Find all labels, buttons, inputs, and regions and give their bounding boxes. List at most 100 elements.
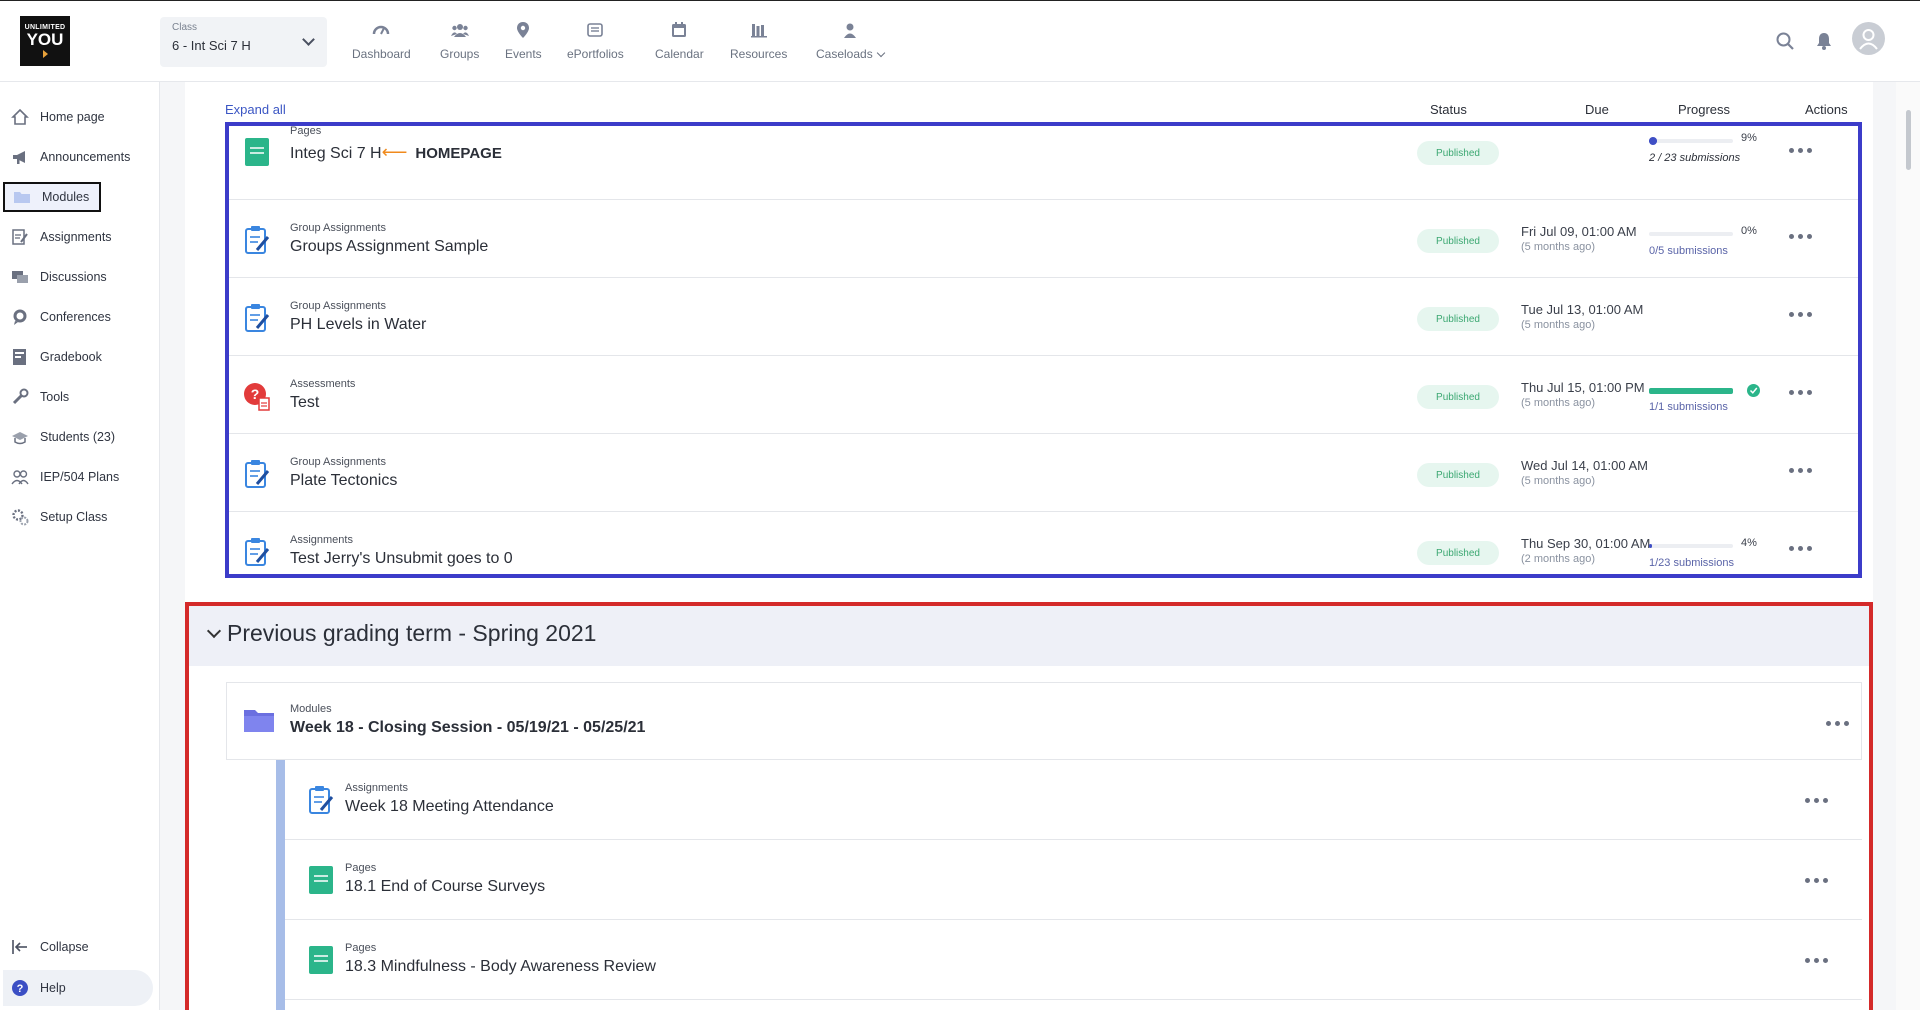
nav-caseloads[interactable]: Caseloads: [816, 21, 886, 61]
list-item[interactable]: Group Assignments Groups Assignment Samp…: [229, 200, 1858, 278]
nav-label: Calendar: [655, 47, 704, 61]
column-actions: Actions: [1805, 102, 1848, 117]
progress-dot: [1649, 137, 1657, 145]
submissions-count[interactable]: 2 / 23 submissions: [1649, 152, 1740, 164]
item-title[interactable]: Week 18 Meeting Attendance: [345, 798, 554, 816]
item-title[interactable]: PH Levels in Water: [290, 316, 426, 334]
sidebar: Home page Announcements Modules Assignme…: [0, 82, 160, 1010]
more-actions-icon[interactable]: [1789, 230, 1815, 242]
item-type: Assignments: [345, 782, 408, 794]
list-item[interactable]: ? Assessments Test Published Thu Jul 15,…: [229, 356, 1858, 434]
nav-dashboard[interactable]: Dashboard: [352, 21, 411, 61]
more-actions-icon[interactable]: [1826, 717, 1852, 729]
more-actions-icon[interactable]: [1805, 794, 1831, 806]
sidebar-item-label: Students (23): [40, 430, 116, 444]
nav-calendar[interactable]: Calendar: [655, 21, 704, 61]
due-date: Wed Jul 14, 01:00 AM (5 months ago): [1521, 458, 1648, 487]
item-type: Pages: [290, 125, 322, 137]
more-actions-icon[interactable]: [1805, 874, 1831, 886]
sidebar-item-label: Discussions: [40, 270, 107, 284]
submissions-count[interactable]: 0/5 submissions: [1649, 245, 1728, 257]
page-icon: [243, 136, 271, 168]
item-title[interactable]: Plate Tectonics: [290, 472, 397, 490]
sidebar-item-modules[interactable]: Modules: [3, 182, 101, 212]
sidebar-item-setup-class[interactable]: Setup Class: [10, 502, 150, 532]
sidebar-item-conferences[interactable]: Conferences: [10, 302, 150, 332]
calendar-icon: [670, 21, 688, 39]
sidebar-item-discussions[interactable]: Discussions: [10, 262, 150, 292]
logo[interactable]: UNLIMITED YOU: [20, 16, 70, 66]
sidebar-item-tools[interactable]: Tools: [10, 382, 150, 412]
item-title[interactable]: Groups Assignment Sample: [290, 238, 488, 256]
more-actions-icon[interactable]: [1805, 954, 1831, 966]
more-actions-icon[interactable]: [1789, 308, 1815, 320]
sidebar-item-label: Conferences: [40, 310, 111, 324]
list-item[interactable]: Pages 18.1 End of Course Surveys: [285, 840, 1862, 920]
item-title[interactable]: 18.1 End of Course Surveys: [345, 878, 545, 896]
list-item[interactable]: Group Assignments PH Levels in Water Pub…: [229, 278, 1858, 356]
due-date: Tue Jul 13, 01:00 AM (5 months ago): [1521, 302, 1643, 331]
status-badge: Published: [1417, 541, 1499, 565]
column-status: Status: [1430, 102, 1467, 117]
sidebar-item-iep[interactable]: IEP/504 Plans: [10, 462, 150, 492]
submissions-count[interactable]: 1/1 submissions: [1649, 401, 1728, 413]
assignment-icon: [243, 536, 271, 568]
class-selector-label: Class: [172, 22, 198, 33]
sidebar-item-students[interactable]: Students (23): [10, 422, 150, 452]
module-items-highlight: Pages Integ Sci 7 H⟵ HOMEPAGE Published 9…: [225, 122, 1862, 578]
nav-eportfolios[interactable]: ePortfolios: [567, 21, 624, 61]
list-item[interactable]: Group Assignments Plate Tectonics Publis…: [229, 434, 1858, 512]
item-title[interactable]: 18.3 Mindfulness - Body Awareness Review: [345, 958, 656, 976]
due-date-text: Fri Jul 09, 01:00 AM: [1521, 224, 1637, 239]
nav-caseloads-label: Caseloads: [816, 47, 873, 61]
module-items: Assignments Week 18 Meeting Attendance P…: [276, 760, 1862, 1010]
status-badge: Published: [1417, 141, 1499, 165]
list-item[interactable]: Pages 18.3 Mindfulness - Body Awareness …: [285, 920, 1862, 1000]
more-actions-icon[interactable]: [1789, 386, 1815, 398]
sidebar-item-label: Setup Class: [40, 510, 108, 524]
due-relative: (5 months ago): [1521, 475, 1595, 487]
item-title[interactable]: Test: [290, 394, 319, 412]
svg-text:?: ?: [251, 386, 260, 402]
nav-events[interactable]: Events: [505, 21, 542, 61]
more-actions-icon[interactable]: [1789, 542, 1815, 554]
item-type: Modules: [290, 703, 332, 715]
module-title: Week 18 - Closing Session - 05/19/21 - 0…: [290, 719, 646, 736]
submissions-count[interactable]: 1/23 submissions: [1649, 557, 1734, 569]
collapse-button[interactable]: Collapse: [10, 932, 150, 962]
bell-icon[interactable]: [1814, 31, 1834, 51]
help-button[interactable]: ? Help: [10, 973, 150, 1003]
previous-term-highlight: Previous grading term - Spring 2021 Modu…: [185, 602, 1873, 1010]
list-item[interactable]: Assignments Test Jerry's Unsubmit goes t…: [229, 512, 1858, 590]
expand-all-link[interactable]: Expand all: [225, 102, 286, 117]
gears-icon: [10, 508, 30, 526]
item-title-text[interactable]: Integ Sci 7 H: [290, 145, 382, 162]
search-icon[interactable]: [1775, 31, 1795, 51]
sidebar-item-announcements[interactable]: Announcements: [10, 142, 150, 172]
help-icon: ?: [10, 979, 30, 997]
module-card[interactable]: Modules Week 18 - Closing Session - 05/1…: [226, 682, 1862, 760]
nav-groups[interactable]: Groups: [440, 21, 479, 61]
progress-bar: [1649, 232, 1733, 236]
more-actions-icon[interactable]: [1789, 464, 1815, 476]
list-item[interactable]: Assignments Week 18 Meeting Attendance: [285, 760, 1862, 840]
assignment-icon: [10, 228, 30, 246]
term-header[interactable]: Previous grading term - Spring 2021: [189, 606, 1869, 666]
scrollbar[interactable]: [1896, 82, 1920, 1010]
sidebar-item-assignments[interactable]: Assignments: [10, 222, 150, 252]
sidebar-item-label: Gradebook: [40, 350, 102, 364]
sidebar-item-gradebook[interactable]: Gradebook: [10, 342, 150, 372]
class-selector[interactable]: Class 6 - Int Sci 7 H: [160, 17, 327, 67]
more-actions-icon[interactable]: [1789, 144, 1815, 156]
scrollbar-thumb[interactable]: [1906, 110, 1911, 170]
nav-resources[interactable]: Resources: [730, 21, 787, 61]
nav-label: Dashboard: [352, 47, 411, 61]
collapse-label: Collapse: [40, 940, 89, 954]
portfolio-icon: [586, 21, 604, 39]
item-title[interactable]: Test Jerry's Unsubmit goes to 0: [290, 550, 513, 568]
list-item[interactable]: Pages Integ Sci 7 H⟵ HOMEPAGE Published 9…: [229, 122, 1858, 200]
sidebar-item-home[interactable]: Home page: [10, 102, 150, 132]
avatar[interactable]: [1852, 22, 1885, 55]
progress-bar-fill: [1649, 544, 1653, 548]
item-title: Integ Sci 7 H⟵ HOMEPAGE: [290, 142, 502, 163]
